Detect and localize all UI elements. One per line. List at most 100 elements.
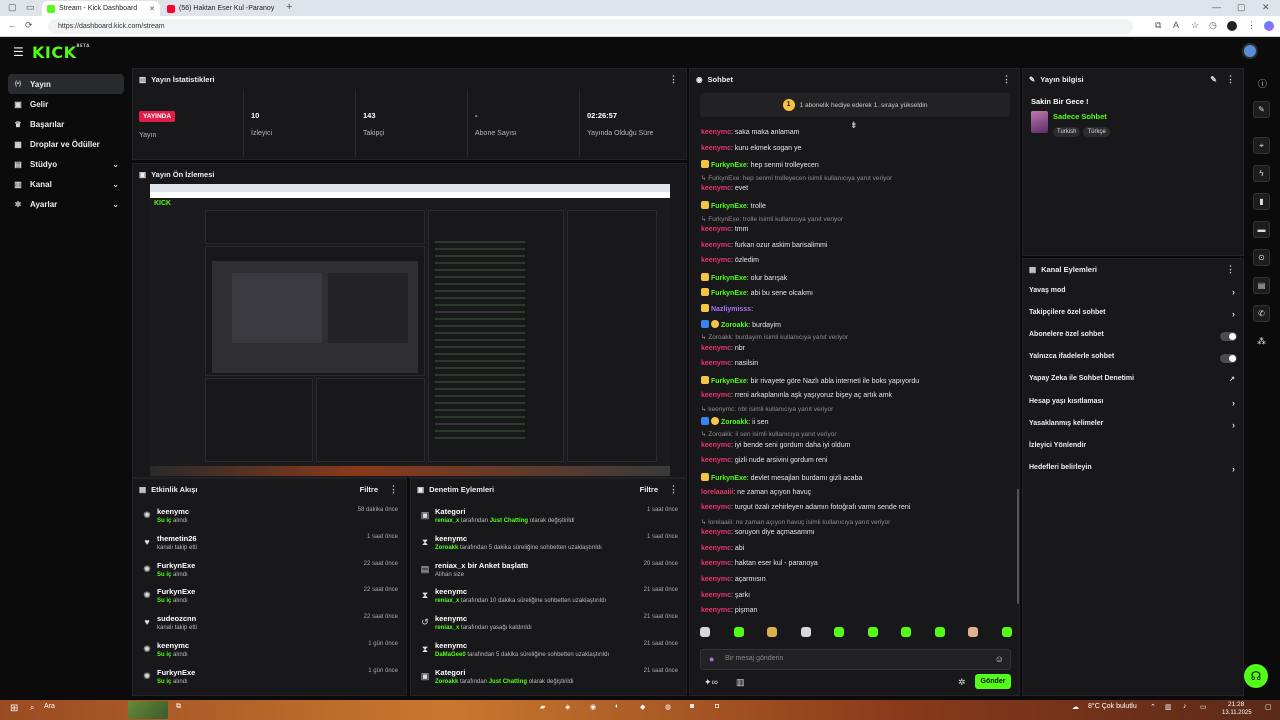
browser-menu-icon[interactable]: ▢ xyxy=(8,2,17,13)
moderation-row[interactable]: ▣ Kategori reniax_x tarafından Just Chatti… xyxy=(411,505,686,531)
chat-username[interactable]: FurkynExe xyxy=(711,378,747,385)
chat-username[interactable]: lorelaaaiii xyxy=(701,489,733,496)
moderation-row[interactable]: ▤ reniax_x bir Anket başlattı Alihan size 2… xyxy=(411,559,686,585)
chat-username[interactable]: keenymc xyxy=(701,185,731,192)
chat-message[interactable]: Zoroakk: ii sen xyxy=(701,416,768,426)
moderation-row[interactable]: ⧗ keenymc DaMaGee0 tarafından 5 dakika sür… xyxy=(411,639,686,665)
chat-username[interactable]: keenymc xyxy=(701,504,731,511)
toggle-switch[interactable] xyxy=(1220,354,1237,364)
chat-message[interactable]: FurkynExe: bir rivayete göre Nazlı abla … xyxy=(701,375,919,385)
channel-action-row[interactable]: Takipçilere özel sohbet › xyxy=(1029,309,1237,323)
chat-username[interactable]: Zoroakk xyxy=(721,419,748,426)
minimize-icon[interactable]: — xyxy=(1212,2,1221,12)
chat-message[interactable]: FurkynExe: olur barışak xyxy=(701,272,787,282)
history-icon[interactable]: ◷ xyxy=(1209,20,1217,31)
chat-username[interactable]: keenymc xyxy=(701,545,731,552)
more-options-icon[interactable]: ⋮ xyxy=(669,484,678,495)
translate-icon[interactable]: A xyxy=(1173,20,1179,30)
sidebar-item-ayarlar[interactable]: ✲ Ayarlar ⌄ xyxy=(8,194,124,214)
chat-username[interactable]: keenymc xyxy=(701,442,731,449)
activity-row[interactable]: ♥ themetin26 kanalı takip etti 1 saat önce xyxy=(133,532,406,558)
send-button[interactable]: Gönder xyxy=(975,674,1011,689)
more-options-icon[interactable]: ⋮ xyxy=(1226,264,1235,275)
chat-settings-icon[interactable]: ✲ xyxy=(958,677,966,688)
windows-start-icon[interactable]: ⊞ xyxy=(10,703,18,714)
pinned-message[interactable]: 1 1 abonelik hediye ederek 1. sıraya yük… xyxy=(700,93,1010,117)
points-icon[interactable]: ✦∞ xyxy=(704,677,718,688)
tab-kick-dashboard[interactable]: Stream - Kick Dashboard ✕ xyxy=(42,1,160,16)
emote-icon[interactable] xyxy=(1001,627,1012,637)
filter-button[interactable]: Filtre xyxy=(360,485,378,494)
chat-message[interactable]: keenymc: furkan ozur askim barisalimmi xyxy=(701,242,827,249)
chat-message[interactable]: keenymc: pişman xyxy=(701,607,757,614)
chat-scrollbar[interactable] xyxy=(1017,489,1019,604)
activity-row[interactable]: ✺ FurkynExe Su iç alındı 1 gün önce xyxy=(133,666,406,692)
emote-icon[interactable] xyxy=(834,627,845,637)
activity-row[interactable]: ♥ sudeozcnn kanalı takip etti 22 saat önce xyxy=(133,612,406,638)
new-tab-icon[interactable]: + xyxy=(286,1,292,13)
chat-username[interactable]: keenymc xyxy=(701,529,731,536)
chat-username[interactable]: Zoroakk xyxy=(721,322,748,329)
browser-more-icon[interactable]: ⋮ xyxy=(1247,20,1256,31)
chat-username[interactable]: keenymc xyxy=(701,576,731,583)
emote-icon[interactable] xyxy=(767,627,778,637)
mic-icon[interactable]: ● xyxy=(709,654,714,664)
app-icon-7[interactable]: ◙ xyxy=(690,703,694,710)
chat-username[interactable]: keenymc xyxy=(701,242,731,249)
chat-message[interactable]: keenymc: kuru ekmek sogan ye xyxy=(701,145,801,152)
category-name[interactable]: Sadece Sohbet xyxy=(1053,112,1107,121)
sidebar-item-yayin[interactable]: (•) Yayın xyxy=(8,74,124,94)
chat-message[interactable]: FurkynExe: devlet mesajları burdamı gizl… xyxy=(701,472,862,482)
refresh-icon[interactable]: ⟳ xyxy=(25,20,33,31)
rail-button-2[interactable]: ϟ xyxy=(1253,165,1270,182)
chat-message[interactable]: Nazliymisss: xyxy=(701,304,753,313)
chat-message[interactable]: keenymc: abi xyxy=(701,545,744,552)
chat-message[interactable]: keenymc: şarkı xyxy=(701,592,750,599)
chat-message[interactable]: Zoroakk: burdayim xyxy=(701,319,781,329)
chat-message[interactable]: keenymc: nbr xyxy=(701,345,745,352)
chat-username[interactable]: keenymc xyxy=(701,257,731,264)
chat-message[interactable]: keenymc: gizli nude arsivini gordum reni xyxy=(701,457,827,464)
chat-username[interactable]: FurkynExe xyxy=(711,475,747,482)
maximize-icon[interactable]: ▢ xyxy=(1237,2,1246,13)
sidebar-item-kanal[interactable]: ▥ Kanal ⌄ xyxy=(8,174,124,194)
store-icon[interactable]: ▥ xyxy=(736,677,745,688)
sidebar-item-droplar[interactable]: ▦ Droplar ve Ödüller xyxy=(8,134,124,154)
weather-text[interactable]: 8°C Çok bulutlu xyxy=(1088,703,1137,710)
file-explorer-icon[interactable]: ▰ xyxy=(540,703,545,711)
more-options-icon[interactable]: ⋮ xyxy=(389,484,398,495)
channel-action-row[interactable]: Hesap yaşı kısıtlaması › xyxy=(1029,398,1237,412)
sidebar-item-studyo[interactable]: ▤ Stüdyo ⌄ xyxy=(8,154,124,174)
channel-action-row[interactable]: Yapay Zeka ile Sohbet Denetimi ↗ xyxy=(1029,375,1237,389)
emote-icon[interactable] xyxy=(934,627,945,637)
kick-logo[interactable]: KICKBETA xyxy=(32,43,90,62)
moderation-row[interactable]: ↺ keenymc reniax_x tarafından yasağı kaldı… xyxy=(411,612,686,638)
toggle-switch[interactable] xyxy=(1220,332,1237,342)
chat-username[interactable]: keenymc xyxy=(701,457,731,464)
channel-action-row[interactable]: Hedefleri belirleyin › xyxy=(1029,464,1237,478)
profile-avatar[interactable] xyxy=(1227,21,1237,31)
copilot-icon[interactable] xyxy=(1264,21,1274,31)
chrome-icon[interactable]: ◍ xyxy=(665,703,671,711)
emote-icon[interactable] xyxy=(733,627,744,637)
app-icon-5[interactable]: ◆ xyxy=(640,703,645,711)
chat-message[interactable]: keenymc: açarmısın xyxy=(701,576,766,583)
emote-icon[interactable] xyxy=(901,627,912,637)
rail-button-7[interactable]: ✆ xyxy=(1253,305,1270,322)
extensions-icon[interactable]: ⧉ xyxy=(1155,20,1161,31)
app-icon-8[interactable]: ◘ xyxy=(715,703,719,710)
filter-button[interactable]: Filtre xyxy=(640,485,658,494)
activity-row[interactable]: ✺ FurkynExe Su iç alındı 22 saat önce xyxy=(133,559,406,585)
more-options-icon[interactable]: ⋮ xyxy=(1002,74,1011,85)
channel-action-row[interactable]: İzleyici Yönlendir xyxy=(1029,442,1237,456)
chat-message[interactable]: FurkynExe: abi bu sene olcakmı xyxy=(701,288,813,297)
emote-icon[interactable] xyxy=(867,627,878,637)
activity-row[interactable]: ✺ FurkynExe Su iç alındı 22 saat önce xyxy=(133,585,406,611)
channel-action-row[interactable]: Yalnızca ifadelerle sohbet xyxy=(1029,353,1237,367)
stream-preview-video[interactable]: KICK xyxy=(150,184,670,476)
chat-message[interactable]: keenymc: turgut özalı zehirleyen adamın … xyxy=(701,504,910,511)
more-options-icon[interactable]: ⋮ xyxy=(669,74,678,85)
tab-youtube[interactable]: (56) Haktan Eser Kul -Paranoy xyxy=(162,1,280,16)
chat-username[interactable]: keenymc xyxy=(701,345,731,352)
emote-icon[interactable] xyxy=(800,627,811,637)
